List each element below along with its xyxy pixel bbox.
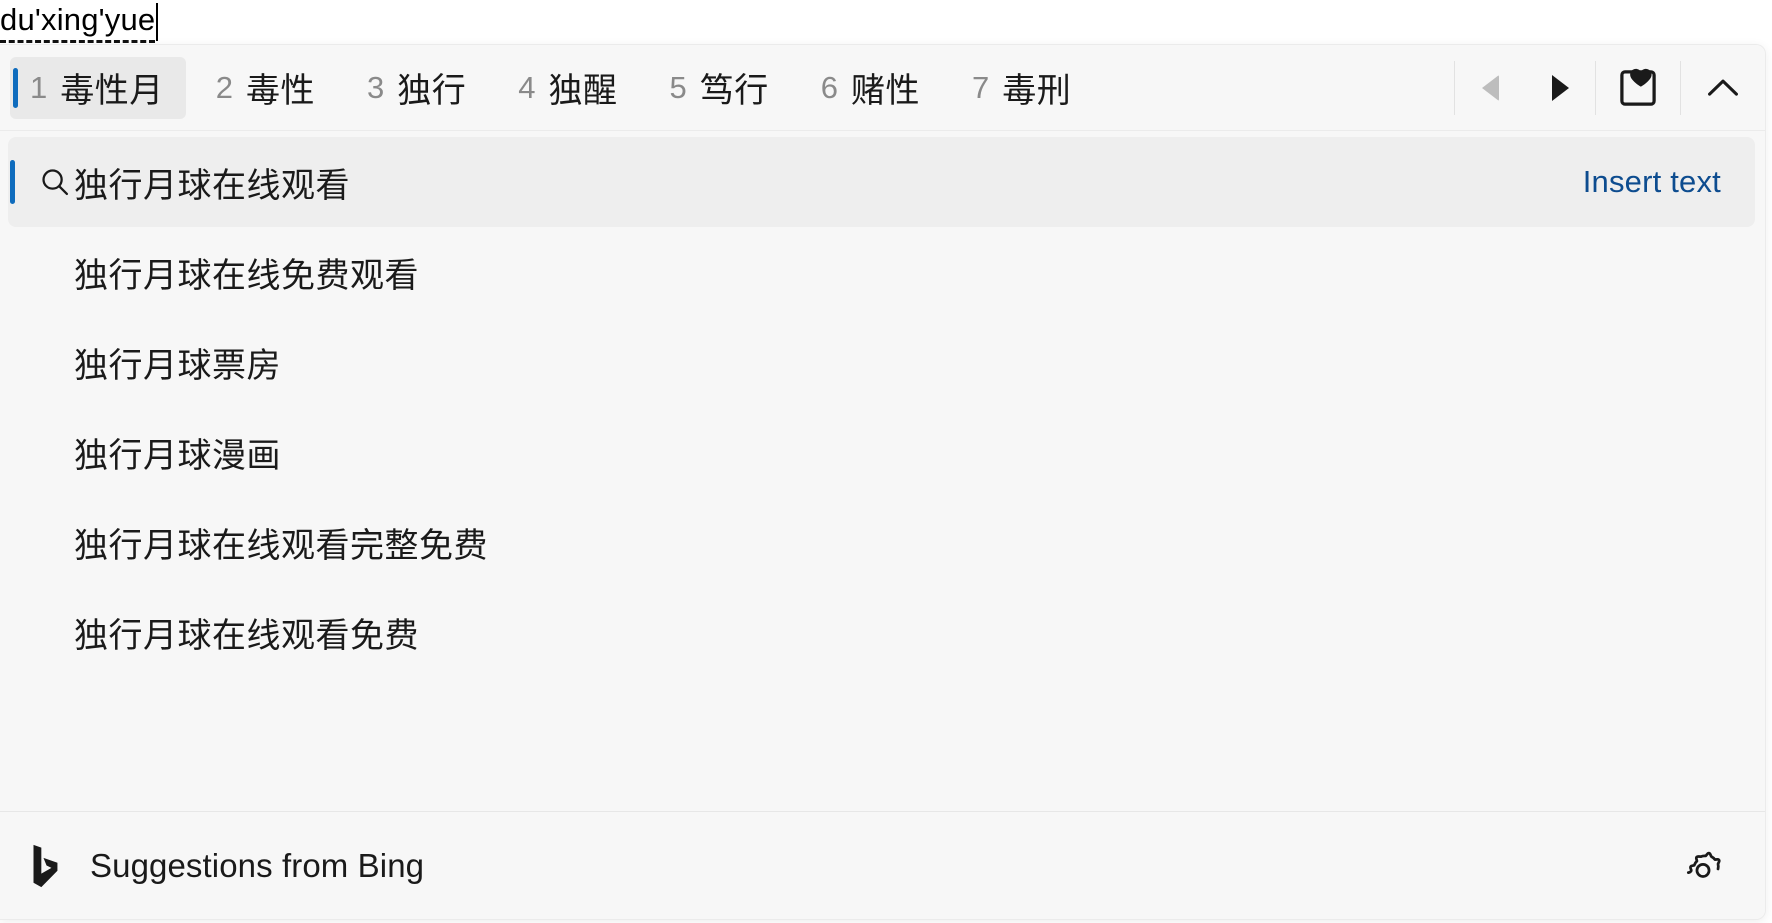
candidate-index: 4 xyxy=(518,69,536,105)
suggestion-row[interactable]: 独行月球在线观看 Insert text xyxy=(8,137,1755,227)
triangle-right-icon xyxy=(1551,74,1569,101)
suggestions-footer: Suggestions from Bing xyxy=(0,811,1765,919)
candidate-item-7[interactable]: 7 毒刑 xyxy=(952,57,1093,119)
suggestion-list: 独行月球在线观看 Insert text 独行月球在线免费观看 独行月球票房 独行月球漫… xyxy=(0,131,1765,677)
suggestion-row[interactable]: 独行月球漫画 xyxy=(8,407,1755,497)
emoji-panel-button[interactable] xyxy=(1596,45,1680,131)
candidate-text: 赌性 xyxy=(851,72,920,110)
next-page-button[interactable] xyxy=(1525,45,1595,131)
suggestion-text: 独行月球漫画 xyxy=(74,436,281,475)
candidate-item-5[interactable]: 5 笃行 xyxy=(650,57,791,119)
suggestion-text: 独行月球在线观看完整免费 xyxy=(74,526,488,565)
insert-text-link[interactable]: Insert text xyxy=(1583,164,1733,200)
candidate-item-3[interactable]: 3 独行 xyxy=(347,57,488,119)
text-caret xyxy=(156,3,159,41)
bing-logo-icon xyxy=(28,843,68,889)
composition-text: du'xing'yue xyxy=(0,1,156,43)
candidate-text: 独醒 xyxy=(548,72,618,110)
candidate-index: 3 xyxy=(367,69,385,105)
candidate-text: 独行 xyxy=(397,72,467,110)
suggestion-row[interactable]: 独行月球票房 xyxy=(8,317,1755,407)
candidate-item-4[interactable]: 4 独醒 xyxy=(498,57,639,119)
gear-icon xyxy=(1686,851,1721,878)
suggestion-text: 独行月球在线观看免费 xyxy=(74,616,419,655)
ime-panel: 1 毒性月 2 毒性 3 独行 4 独醒 5 笃行 6 赌性 7 毒刑 独行月球… xyxy=(0,44,1766,920)
candidate-index: 6 xyxy=(820,69,838,105)
footer-label: Suggestions from Bing xyxy=(90,846,425,884)
suggestion-text: 独行月球在线免费观看 xyxy=(74,256,419,295)
suggestion-row[interactable]: 独行月球在线免费观看 xyxy=(8,227,1755,317)
suggestion-text: 独行月球在线观看 xyxy=(74,166,350,205)
collapse-button[interactable] xyxy=(1681,45,1765,131)
candidate-list: 1 毒性月 2 毒性 3 独行 4 独醒 5 笃行 6 赌性 7 毒刑 xyxy=(8,45,1454,130)
selection-indicator xyxy=(10,160,15,204)
suggestion-text: 独行月球票房 xyxy=(74,346,281,385)
emoji-sticker-heart-icon xyxy=(1620,68,1656,106)
candidate-index: 1 xyxy=(30,69,48,105)
suggestion-icon-slot xyxy=(16,165,74,199)
candidate-bar: 1 毒性月 2 毒性 3 独行 4 独醒 5 笃行 6 赌性 7 毒刑 xyxy=(0,45,1765,131)
candidate-item-6[interactable]: 6 赌性 xyxy=(801,57,942,119)
candidate-item-1[interactable]: 1 毒性月 xyxy=(10,56,186,119)
selection-indicator xyxy=(13,67,18,108)
candidate-item-2[interactable]: 2 毒性 xyxy=(196,57,337,119)
candidate-index: 7 xyxy=(972,69,990,105)
candidate-index: 2 xyxy=(215,69,233,105)
candidate-text: 笃行 xyxy=(699,72,769,110)
candidate-text: 毒刑 xyxy=(1002,72,1072,110)
search-icon xyxy=(42,169,69,196)
ime-candidate-window: du'xing'yue 1 毒性月 2 毒性 3 独行 4 独醒 5 笃行 6 赌性 7 毒刑 xyxy=(0,0,1772,923)
triangle-left-icon xyxy=(1481,74,1499,101)
candidate-text: 毒性 xyxy=(246,72,315,110)
chevron-up-icon xyxy=(1708,79,1738,96)
settings-button[interactable] xyxy=(1677,840,1729,892)
candidate-index: 5 xyxy=(669,69,687,105)
candidate-text: 毒性月 xyxy=(60,72,164,110)
composition-area: du'xing'yue xyxy=(0,0,159,44)
suggestion-row[interactable]: 独行月球在线观看免费 xyxy=(8,587,1755,677)
prev-page-button[interactable] xyxy=(1455,45,1525,131)
suggestion-row[interactable]: 独行月球在线观看完整免费 xyxy=(8,497,1755,587)
